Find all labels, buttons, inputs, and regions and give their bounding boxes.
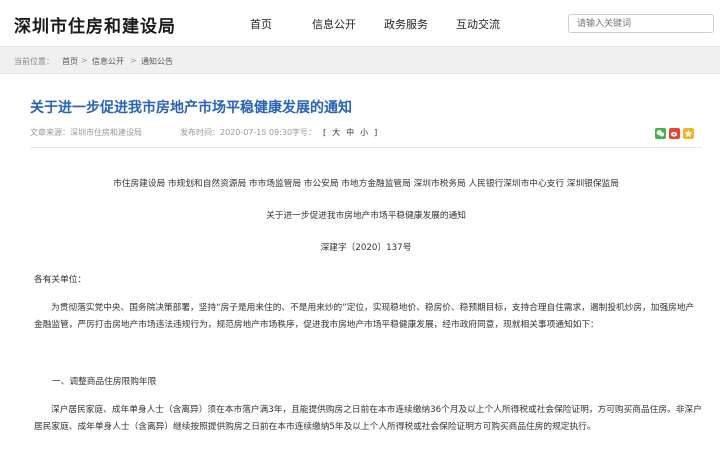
font-size-controls: [ 大中小] <box>320 127 380 138</box>
issuing-departments: 市住房建设局 市规划和自然资源局 市市场监管局 市公安局 市地方金融监管局 深圳… <box>113 179 619 189</box>
breadcrumb-notices[interactable]: 通知公告 <box>141 56 173 67</box>
article-source: 文章来源：深圳市住房和建设局 <box>30 128 142 137</box>
breadcrumb-info-disclosure[interactable]: 信息公开 <box>92 56 124 67</box>
breadcrumb-separator: > <box>130 56 137 65</box>
title-divider <box>30 147 702 148</box>
font-size-small-button[interactable]: 小 <box>360 128 368 137</box>
wechat-icon[interactable] <box>655 128 666 139</box>
document-number: 深建字〔2020〕137号 <box>320 243 412 253</box>
salutation: 各有关单位： <box>34 275 87 285</box>
font-size-label: 字号： <box>292 128 316 137</box>
font-size-medium-button[interactable]: 中 <box>346 128 354 137</box>
breadcrumb-label: 当前位置： <box>14 57 54 66</box>
article-title: 关于进一步促进我市房地产市场平稳健康发展的通知 <box>30 100 352 116</box>
font-size-bracket-open: [ <box>323 128 327 137</box>
article-date: 发布时间：2020-07-15 09:30 <box>180 128 293 137</box>
font-size-large-button[interactable]: 大 <box>332 128 340 137</box>
section-heading: 一、调整商品住房限购年限 <box>52 377 157 387</box>
section-paragraph: 深户居民家庭、成年单身人士（含离异）须在本市落户满3年，且能提供购房之日前在本市… <box>34 405 702 432</box>
breadcrumb-separator: > <box>81 56 88 65</box>
nav-item-gov-service[interactable]: 政务服务 <box>384 16 428 32</box>
document-subtitle: 关于进一步促进我市房地产市场平稳健康发展的通知 <box>266 211 466 221</box>
top-header: 深圳市住房和建设局 首页 信息公开 政务服务 互动交流 <box>0 0 720 46</box>
nav-item-info-disclosure[interactable]: 信息公开 <box>312 16 356 32</box>
breadcrumb: 当前位置： 首页 > 信息公开 > 通知公告 <box>0 46 720 74</box>
weibo-icon[interactable] <box>669 128 680 139</box>
breadcrumb-home[interactable]: 首页 <box>62 56 78 67</box>
search-input[interactable] <box>568 14 714 33</box>
nav-item-interaction[interactable]: 互动交流 <box>456 16 500 32</box>
intro-paragraph: 为贯彻落实党中央、国务院决策部署，坚持“房子是用来住的、不是用来炒的”定位，实现… <box>34 303 695 330</box>
font-size-bracket-close: ] <box>374 128 378 137</box>
nav-item-home[interactable]: 首页 <box>250 16 272 32</box>
qzone-icon[interactable] <box>683 128 694 139</box>
